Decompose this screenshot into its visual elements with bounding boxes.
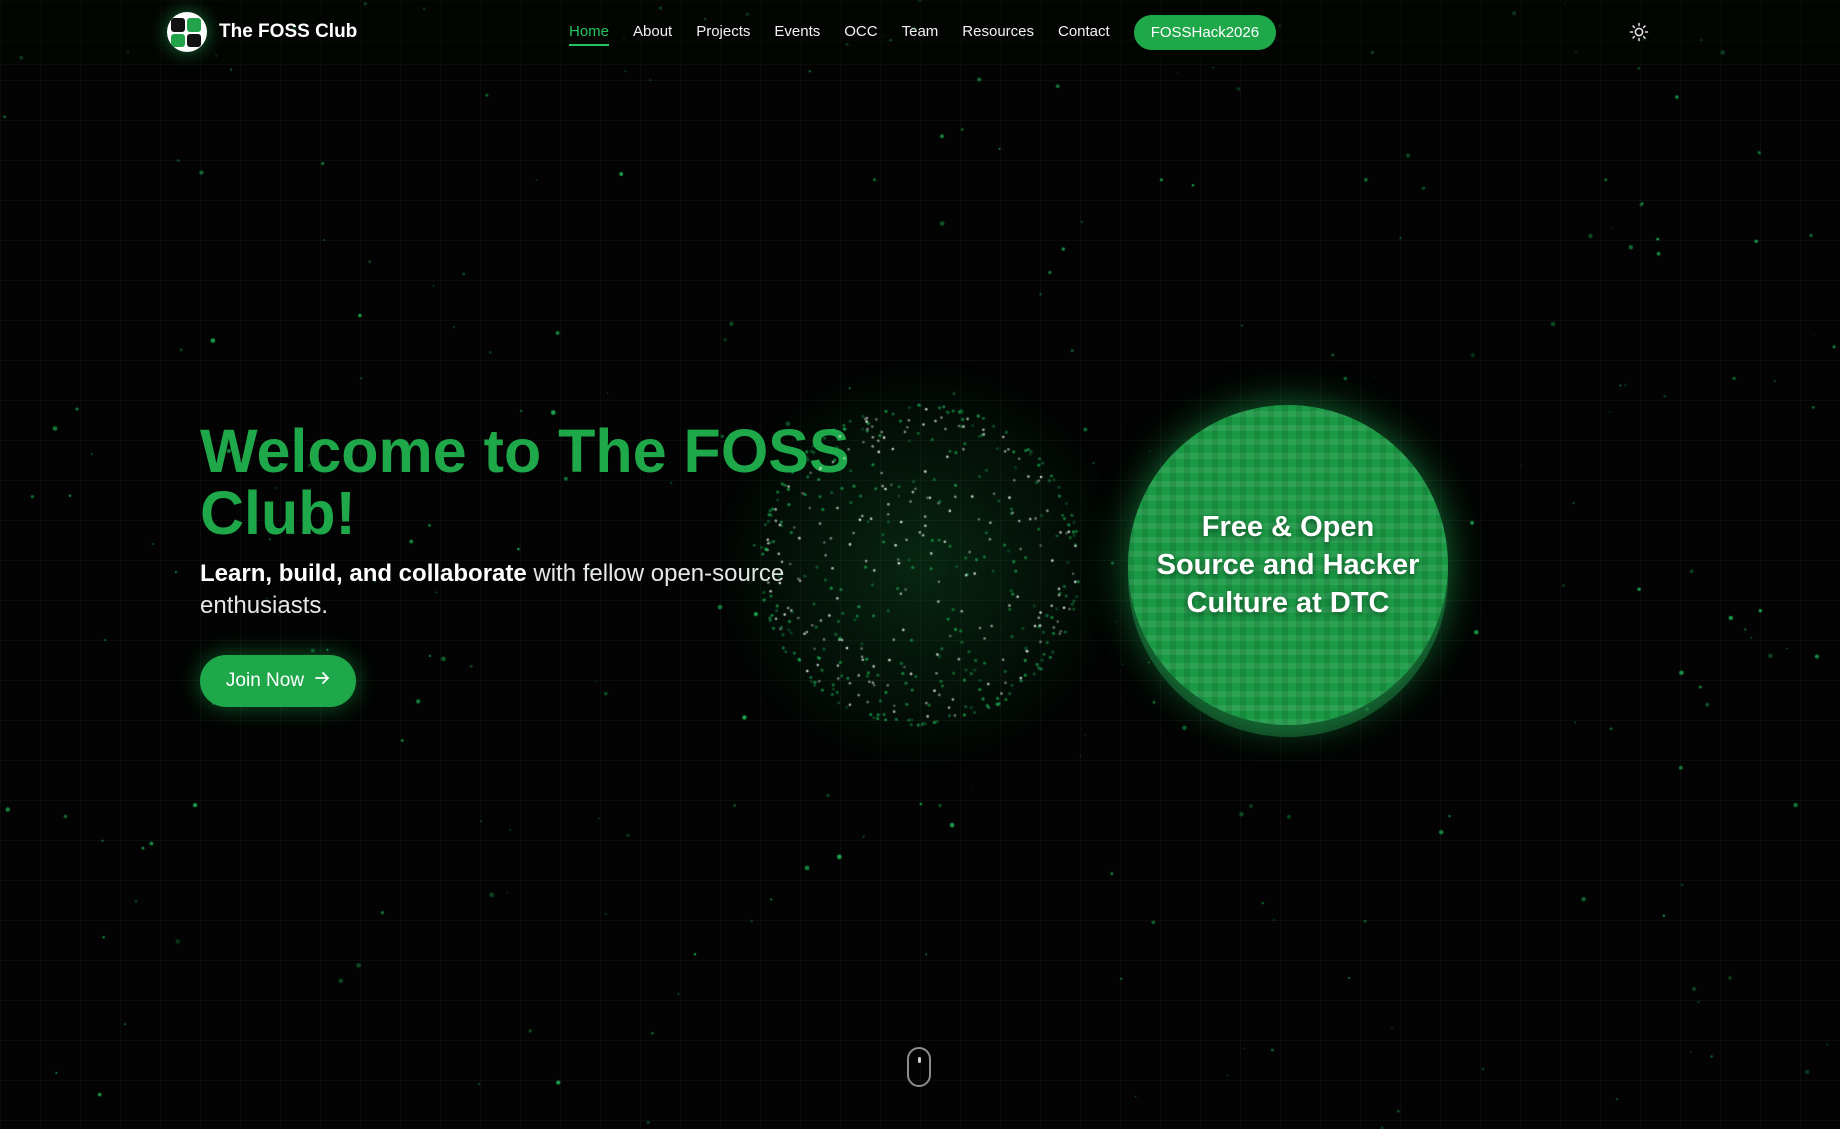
navbar: The FOSS Club Home About Projects Events… — [0, 0, 1840, 65]
hero-subtitle-bold: Learn, build, and collaborate — [200, 560, 527, 587]
nav-about[interactable]: About — [633, 19, 672, 46]
nav-occ[interactable]: OCC — [844, 19, 877, 46]
particle-sphere — [710, 355, 1130, 775]
mouse-wheel — [918, 1057, 921, 1063]
nav-resources[interactable]: Resources — [962, 19, 1034, 46]
mouse-scroll-icon[interactable] — [907, 1047, 931, 1087]
sun-icon[interactable] — [1627, 20, 1651, 44]
nav-projects[interactable]: Projects — [696, 19, 750, 46]
tagline-disc: Free & Open Source and Hacker Culture at… — [1128, 405, 1448, 725]
nav-home[interactable]: Home — [569, 19, 610, 46]
nav-links: Home About Projects Events OCC Team Reso… — [569, 0, 1277, 64]
join-now-button[interactable]: Join Now — [200, 655, 356, 707]
tagline-text: Free & Open Source and Hacker Culture at… — [1156, 511, 1420, 619]
nav-events[interactable]: Events — [774, 19, 820, 46]
brand-link[interactable]: The FOSS Club — [167, 12, 357, 52]
fosshack-button[interactable]: FOSSHack2026 — [1133, 14, 1277, 50]
nav-contact[interactable]: Contact — [1058, 19, 1110, 46]
brand-name: The FOSS Club — [219, 21, 358, 42]
nav-team[interactable]: Team — [902, 19, 939, 46]
arrow-right-icon — [314, 670, 330, 692]
join-now-label: Join Now — [225, 670, 305, 691]
foss-club-logo-icon — [167, 12, 207, 52]
